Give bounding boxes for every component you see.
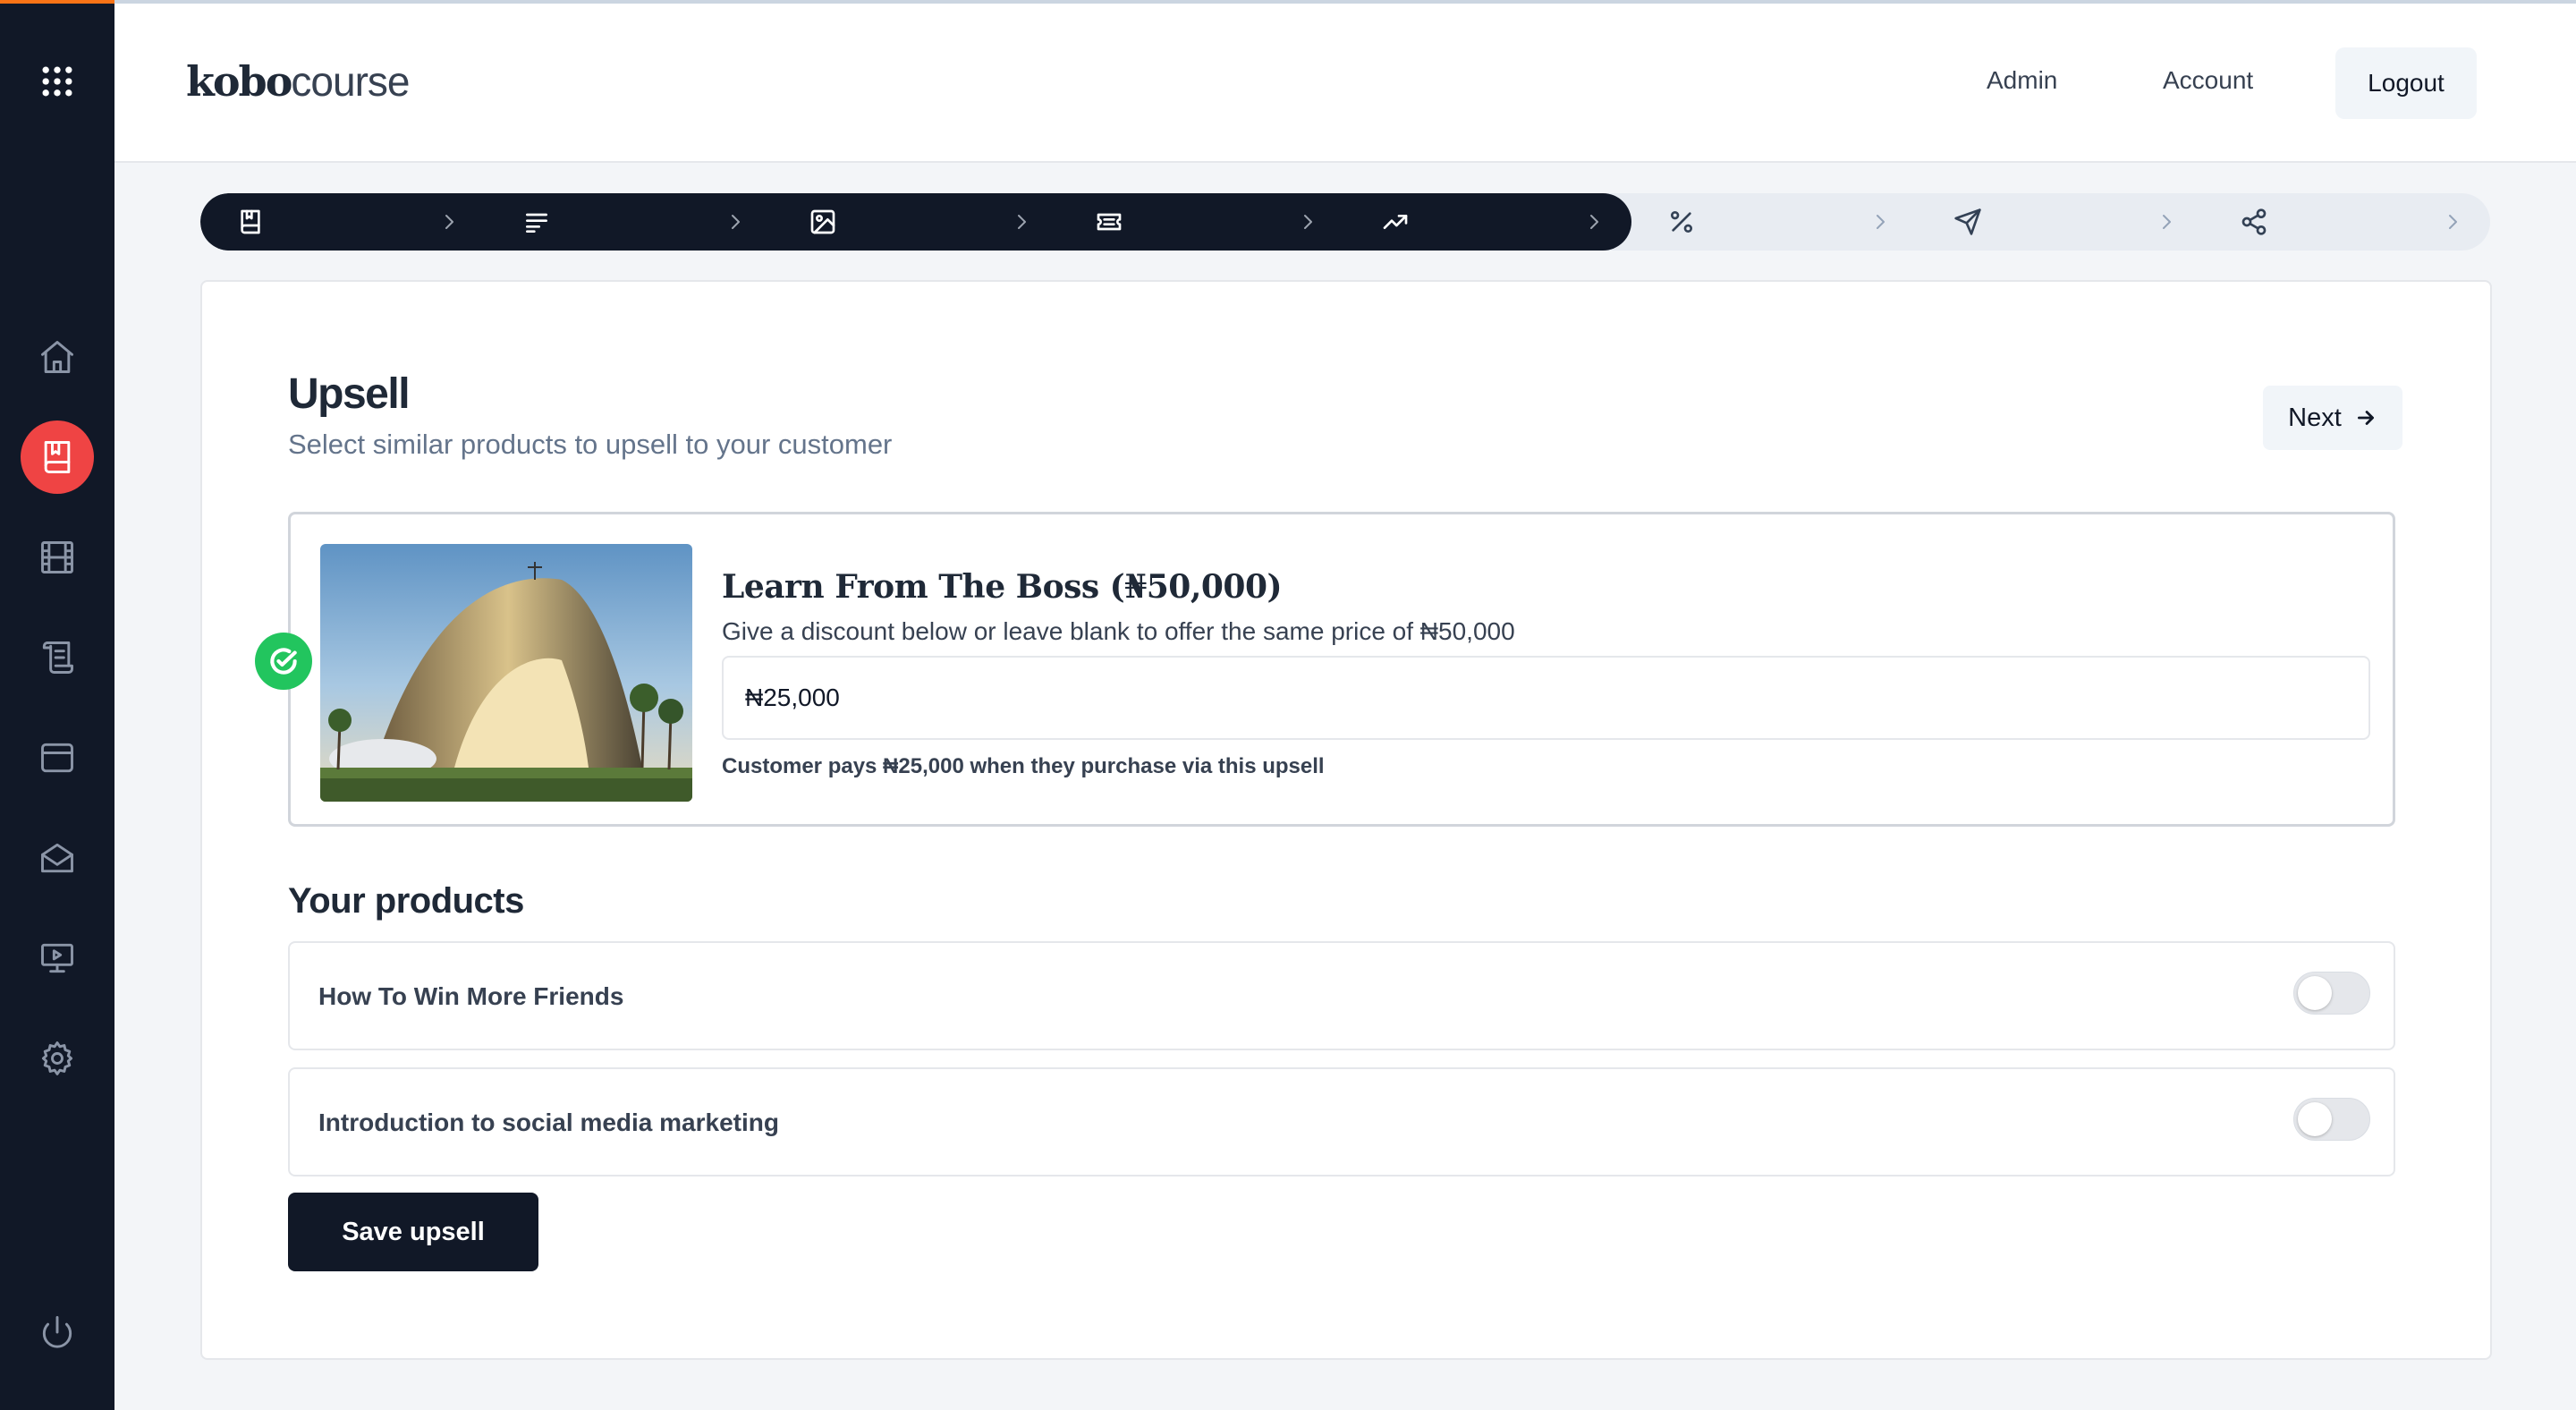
top-header: kobocourse Admin Account Logout (114, 4, 2576, 163)
check-circle-icon (255, 633, 312, 690)
discount-price-input[interactable] (722, 656, 2370, 740)
page-title: Upsell (288, 370, 411, 418)
chevron-right-icon (1011, 211, 1032, 233)
selected-upsell-product[interactable]: Learn From The Boss (₦50,000) Give a dis… (255, 512, 2395, 827)
gear-icon[interactable] (21, 1022, 94, 1095)
product-name: How To Win More Friends (318, 982, 624, 1010)
step-send-icon[interactable] (1953, 208, 1982, 236)
step-trending-up-icon[interactable] (1381, 208, 1410, 236)
product-row: Introduction to social media marketing (288, 1067, 2395, 1176)
film-icon[interactable] (21, 521, 94, 594)
save-upsell-button[interactable]: Save upsell (288, 1193, 538, 1271)
scroll-icon[interactable] (21, 621, 94, 694)
selected-product-description: Give a discount below or leave blank to … (722, 617, 1515, 645)
nav-account-link[interactable]: Account (2163, 66, 2253, 95)
power-icon[interactable] (21, 1295, 94, 1369)
chevron-right-icon (438, 211, 460, 233)
mail-icon[interactable] (21, 821, 94, 895)
chevron-right-icon (2442, 211, 2463, 233)
selected-product-title: Learn From The Boss (₦50,000) (722, 568, 1283, 606)
product-row: How To Win More Friends (288, 941, 2395, 1050)
step-percent-icon[interactable] (1667, 208, 1696, 236)
chevron-right-icon (2156, 211, 2177, 233)
chevron-right-icon (724, 211, 746, 233)
progress-stepper (200, 193, 2490, 251)
chevron-right-icon (1869, 211, 1891, 233)
apps-grid-icon[interactable] (21, 45, 94, 118)
product-name: Introduction to social media marketing (318, 1108, 779, 1136)
product-thumbnail (320, 544, 692, 802)
toggle-knob (2298, 976, 2332, 1010)
price-note: Customer pays ₦25,000 when they purchase… (722, 754, 1325, 778)
your-products-heading: Your products (288, 881, 524, 921)
toggle-knob (2298, 1102, 2332, 1136)
presentation-icon[interactable] (21, 922, 94, 995)
next-button-label: Next (2288, 403, 2342, 432)
product-toggle[interactable] (2293, 1098, 2370, 1141)
nav-admin-link[interactable]: Admin (1987, 66, 2057, 95)
page-subtitle: Select similar products to upsell to you… (288, 429, 893, 460)
wallet-icon[interactable] (21, 721, 94, 794)
logo[interactable]: kobocourse (186, 57, 410, 106)
sidebar (0, 4, 114, 1410)
step-book-icon[interactable] (236, 208, 265, 236)
step-text-align-icon[interactable] (522, 208, 551, 236)
logout-button[interactable]: Logout (2335, 47, 2477, 119)
home-icon[interactable] (21, 320, 94, 394)
chevron-right-icon (1583, 211, 1605, 233)
book-icon[interactable] (21, 420, 94, 494)
step-image-icon[interactable] (809, 208, 837, 236)
arrow-right-icon (2357, 411, 2374, 425)
step-share-icon[interactable] (2240, 208, 2268, 236)
stepper-completed-track (200, 193, 1631, 251)
upsell-card: Upsell Select similar products to upsell… (200, 280, 2492, 1360)
step-ticket-icon[interactable] (1095, 208, 1123, 236)
next-button[interactable]: Next (2263, 386, 2402, 450)
chevron-right-icon (1297, 211, 1318, 233)
product-toggle[interactable] (2293, 972, 2370, 1015)
